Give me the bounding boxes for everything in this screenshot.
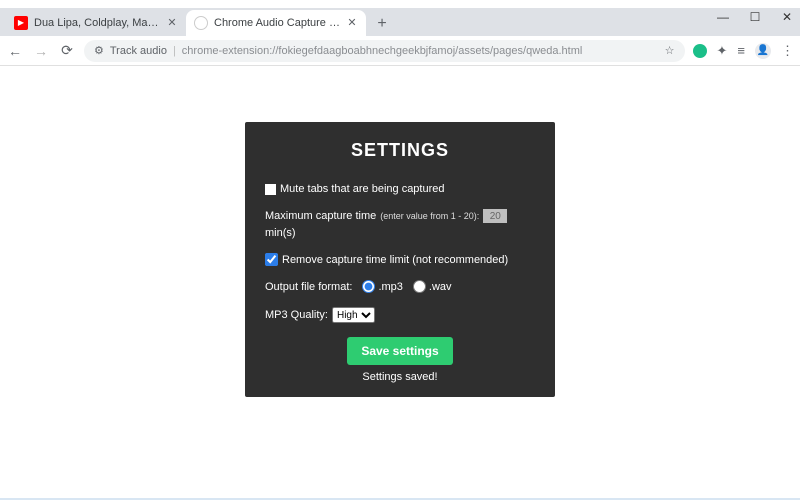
extensions-puzzle-icon[interactable]: ✦ (717, 43, 728, 59)
back-button[interactable]: ← (6, 43, 24, 59)
window-controls: — ☐ ✕ (714, 10, 796, 24)
remove-limit-row: Remove capture time limit (not recommend… (265, 253, 535, 266)
close-window-button[interactable]: ✕ (778, 10, 796, 24)
quality-label: MP3 Quality: (265, 309, 328, 321)
extension-icons: ✦ ≡ 👤 ⋮ (693, 43, 795, 59)
mute-tabs-label: Mute tabs that are being captured (280, 183, 445, 195)
saved-message: Settings saved! (265, 371, 535, 383)
mute-tabs-row: Mute tabs that are being captured (265, 183, 535, 195)
save-button[interactable]: Save settings (347, 337, 452, 365)
titlebar (0, 0, 800, 8)
mute-tabs-checkbox[interactable] (265, 184, 276, 195)
max-time-input[interactable] (483, 209, 507, 223)
format-mp3-radio[interactable] (362, 280, 375, 293)
settings-panel: SETTINGS Mute tabs that are being captur… (245, 122, 555, 397)
tab-options[interactable]: Chrome Audio Capture Options ✕ (186, 10, 366, 36)
page-content: SETTINGS Mute tabs that are being captur… (0, 66, 800, 500)
close-icon[interactable]: ✕ (346, 17, 358, 29)
toolbar: ← → ⟳ ⚙ Track audio | chrome-extension:/… (0, 36, 800, 66)
bookmark-star-icon[interactable]: ☆ (665, 44, 675, 57)
profile-avatar[interactable]: 👤 (755, 43, 771, 59)
remove-limit-checkbox[interactable] (265, 253, 278, 266)
format-wav-option[interactable]: .wav (413, 280, 452, 293)
maximize-button[interactable]: ☐ (746, 10, 764, 24)
format-label: Output file format: (265, 281, 352, 293)
extension-green-icon[interactable] (693, 44, 707, 58)
forward-button[interactable]: → (32, 43, 50, 59)
site-settings-icon[interactable]: ⚙ (94, 44, 104, 57)
format-mp3-label: .mp3 (378, 281, 402, 293)
extension-icon (194, 16, 208, 30)
address-bar[interactable]: ⚙ Track audio | chrome-extension://fokie… (84, 40, 685, 62)
max-time-hint: (enter value from 1 - 20): (380, 211, 479, 221)
url-text: chrome-extension://fokiegefdaagboabhnech… (182, 45, 659, 57)
format-wav-radio[interactable] (413, 280, 426, 293)
tab-strip: ▶ Dua Lipa, Coldplay, Martin G ✕ Chrome … (0, 8, 800, 36)
url-prefix: Track audio (110, 45, 167, 57)
quality-row: MP3 Quality: High (265, 307, 535, 323)
format-wav-label: .wav (429, 281, 452, 293)
close-icon[interactable]: ✕ (166, 17, 178, 29)
menu-dots-icon[interactable]: ⋮ (781, 43, 794, 59)
remove-limit-label: Remove capture time limit (not recommend… (282, 254, 508, 266)
format-mp3-option[interactable]: .mp3 (362, 280, 402, 293)
max-time-row: Maximum capture time (enter value from 1… (265, 209, 535, 239)
reload-button[interactable]: ⟳ (58, 42, 76, 59)
minimize-button[interactable]: — (714, 10, 732, 24)
tab-youtube[interactable]: ▶ Dua Lipa, Coldplay, Martin G ✕ (6, 10, 186, 36)
quality-select[interactable]: High (332, 307, 375, 323)
tab-title: Chrome Audio Capture Options (214, 17, 340, 29)
max-time-label: Maximum capture time (265, 210, 376, 222)
settings-heading: SETTINGS (265, 140, 535, 161)
new-tab-button[interactable]: + (370, 12, 394, 36)
format-row: Output file format: .mp3 .wav (265, 280, 535, 293)
youtube-icon: ▶ (14, 16, 28, 30)
tab-title: Dua Lipa, Coldplay, Martin G (34, 17, 160, 29)
reading-list-icon[interactable]: ≡ (737, 43, 745, 58)
max-time-unit: min(s) (265, 227, 296, 239)
